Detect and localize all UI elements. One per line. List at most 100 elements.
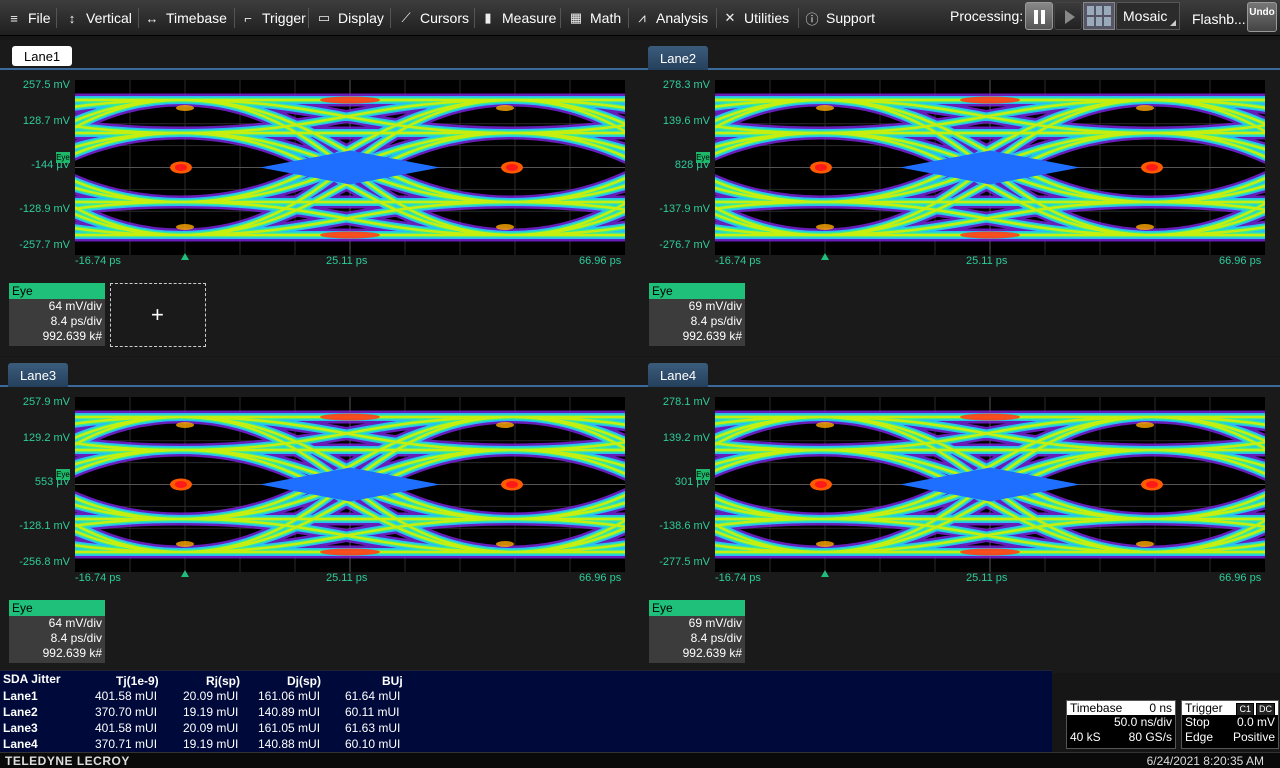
column-header-buj: BUj xyxy=(382,674,403,688)
eye-diagram-grid[interactable] xyxy=(75,397,625,572)
x-label-left: -16.74 ps xyxy=(75,572,121,584)
y-label-lower: -137.9 mV xyxy=(659,203,710,215)
cell-dj: 140.88 mUI xyxy=(258,737,321,751)
eye-trace-tag[interactable]: Eye xyxy=(56,469,70,480)
eye-trace-tag[interactable]: Eye xyxy=(696,469,710,480)
play-button[interactable] xyxy=(1054,2,1082,30)
eye-diagram-grid[interactable] xyxy=(715,80,1265,255)
y-label-top: 278.3 mV xyxy=(662,79,710,91)
descriptor-hdiv: 8.4 ps/div xyxy=(690,314,742,328)
x-label-right: 66.96 ps xyxy=(1219,255,1262,267)
eye-diagram xyxy=(75,397,625,572)
eye-diagram-grid[interactable] xyxy=(75,80,625,255)
trace-descriptor[interactable]: Eye 69 mV/div 8.4 ps/div 992.639 k# xyxy=(649,283,745,346)
x-label-right: 66.96 ps xyxy=(1219,572,1262,584)
menu-label: File xyxy=(28,10,51,26)
menu-vertical[interactable]: ↕ Vertical xyxy=(64,0,132,36)
menu-label: Cursors xyxy=(420,10,470,26)
timebase-rate: 80 GS/s xyxy=(1128,730,1172,744)
lane2-panel: Lane2 278.3 mV 139.6 mV 828 µV -137.9 mV… xyxy=(640,40,1280,356)
lane4-panel: Lane4 278.1 mV 139.2 mV 301 µV -138.6 mV… xyxy=(640,357,1280,673)
trigger-marker-icon xyxy=(821,253,829,260)
y-label-bottom: -276.7 mV xyxy=(659,239,710,251)
cell-buj: 61.64 mUI xyxy=(345,689,401,703)
menu-label: Support xyxy=(826,10,876,26)
measure-icon: ▮ xyxy=(484,10,492,25)
menu-bar: ≡ File ↕ Vertical ↔ Timebase ⌐ Trigger ▭ Disp… xyxy=(0,0,1280,36)
trigger-marker-icon xyxy=(181,570,189,577)
descriptor-title: Eye xyxy=(649,283,745,299)
cell-tj: 401.58 mUI xyxy=(95,689,158,703)
trace-descriptor[interactable]: Eye 64 mV/div 8.4 ps/div 992.639 k# xyxy=(9,283,105,346)
y-label-top: 257.9 mV xyxy=(22,396,70,408)
cell-dj: 140.89 mUI xyxy=(258,705,321,719)
x-label-mid: 25.11 ps xyxy=(966,572,1008,584)
x-label-left: -16.74 ps xyxy=(75,255,121,267)
descriptor-count: 992.639 k# xyxy=(42,329,102,343)
timebase-delay: 0 ns xyxy=(1149,701,1172,715)
menu-label: Analysis xyxy=(656,10,709,26)
pause-button[interactable] xyxy=(1025,2,1053,30)
menu-timebase[interactable]: ↔ Timebase xyxy=(144,0,227,36)
cell-rj: 19.19 mUI xyxy=(183,705,239,719)
trigger-mode: Stop xyxy=(1185,715,1210,729)
menu-measure[interactable]: ▮ Measure xyxy=(480,0,556,36)
tab-lane3[interactable]: Lane3 xyxy=(8,363,69,387)
cell-rj: 20.09 mUI xyxy=(183,689,239,703)
menu-support[interactable]: ⓘ Support xyxy=(804,0,875,36)
eye-diagram xyxy=(75,80,625,255)
display-mode-dropdown[interactable]: Mosaic xyxy=(1116,2,1180,30)
tab-lane1[interactable]: Lane1 xyxy=(12,46,73,66)
descriptor-vdiv: 69 mV/div xyxy=(688,616,742,630)
column-header-rj: Rj(sp) xyxy=(206,674,240,688)
trace-descriptor[interactable]: Eye 64 mV/div 8.4 ps/div 992.639 k# xyxy=(9,600,105,663)
column-header-tj: Tj(1e-9) xyxy=(116,674,159,688)
timebase-icon: ↔ xyxy=(145,10,159,26)
undo-button[interactable]: Undo xyxy=(1247,2,1277,32)
trace-descriptor[interactable]: Eye 69 mV/div 8.4 ps/div 992.639 k# xyxy=(649,600,745,663)
timebase-samples: 40 kS xyxy=(1070,730,1101,744)
y-label-upper: 128.7 mV xyxy=(22,115,70,127)
file-icon: ≡ xyxy=(10,10,18,26)
cell-tj: 401.58 mUI xyxy=(95,721,158,735)
row-label: Lane2 xyxy=(3,705,38,719)
sda-jitter-table[interactable]: SDA Jitter Tj(1e-9) Rj(sp) Dj(sp) BUj La… xyxy=(0,670,1052,754)
cell-buj: 60.11 mUI xyxy=(345,705,400,719)
add-trace-button[interactable]: + xyxy=(110,283,206,347)
menu-math[interactable]: ▦ Math xyxy=(568,0,621,36)
menu-analysis[interactable]: ⩘ Analysis xyxy=(634,0,708,36)
menu-utilities[interactable]: ✕ Utilities xyxy=(722,0,790,36)
y-label-lower: -128.1 mV xyxy=(19,520,70,532)
x-label-left: -16.74 ps xyxy=(715,572,761,584)
eye-trace-tag[interactable]: Eye xyxy=(56,152,70,163)
tab-lane2[interactable]: Lane2 xyxy=(648,46,709,70)
column-header-dj: Dj(sp) xyxy=(287,674,321,688)
x-label-right: 66.96 ps xyxy=(579,255,622,267)
timebase-descriptor[interactable]: Timebase 0 ns 50.0 ns/div 40 kS 80 GS/s xyxy=(1066,700,1176,749)
cell-dj: 161.06 mUI xyxy=(258,689,321,703)
trigger-type: Edge xyxy=(1185,730,1214,744)
menu-label: Measure xyxy=(502,10,557,26)
descriptor-title: Eye xyxy=(649,600,745,616)
flashback-button[interactable]: Flashb... xyxy=(1192,11,1246,27)
menu-display[interactable]: ▭ Display xyxy=(316,0,384,36)
menu-file[interactable]: ≡ File xyxy=(6,0,51,36)
trigger-descriptor[interactable]: Trigger C1 DC Stop 0.0 mV Edge Positive xyxy=(1181,700,1279,749)
menu-label: Display xyxy=(338,10,384,26)
eye-trace-tag[interactable]: Eye xyxy=(696,152,710,163)
cell-tj: 370.71 mUI xyxy=(95,737,158,751)
x-label-right: 66.96 ps xyxy=(579,572,622,584)
y-label-lower: -138.6 mV xyxy=(659,520,710,532)
menu-cursors[interactable]: ⟋ Cursors xyxy=(398,0,469,36)
mosaic-icon[interactable] xyxy=(1083,2,1115,30)
tab-lane4[interactable]: Lane4 xyxy=(648,363,709,387)
status-bar: TELEDYNE LECROY 6/24/2021 8:20:35 AM xyxy=(0,752,1280,768)
trigger-marker-icon xyxy=(821,570,829,577)
y-label-upper: 129.2 mV xyxy=(22,432,70,444)
cell-dj: 161.05 mUI xyxy=(258,721,321,735)
menu-trigger[interactable]: ⌐ Trigger xyxy=(240,0,306,36)
trigger-level: 0.0 mV xyxy=(1236,715,1275,729)
date-time: 6/24/2021 8:20:35 AM xyxy=(1146,754,1264,768)
menu-label: Utilities xyxy=(744,10,790,26)
eye-diagram-grid[interactable] xyxy=(715,397,1265,572)
